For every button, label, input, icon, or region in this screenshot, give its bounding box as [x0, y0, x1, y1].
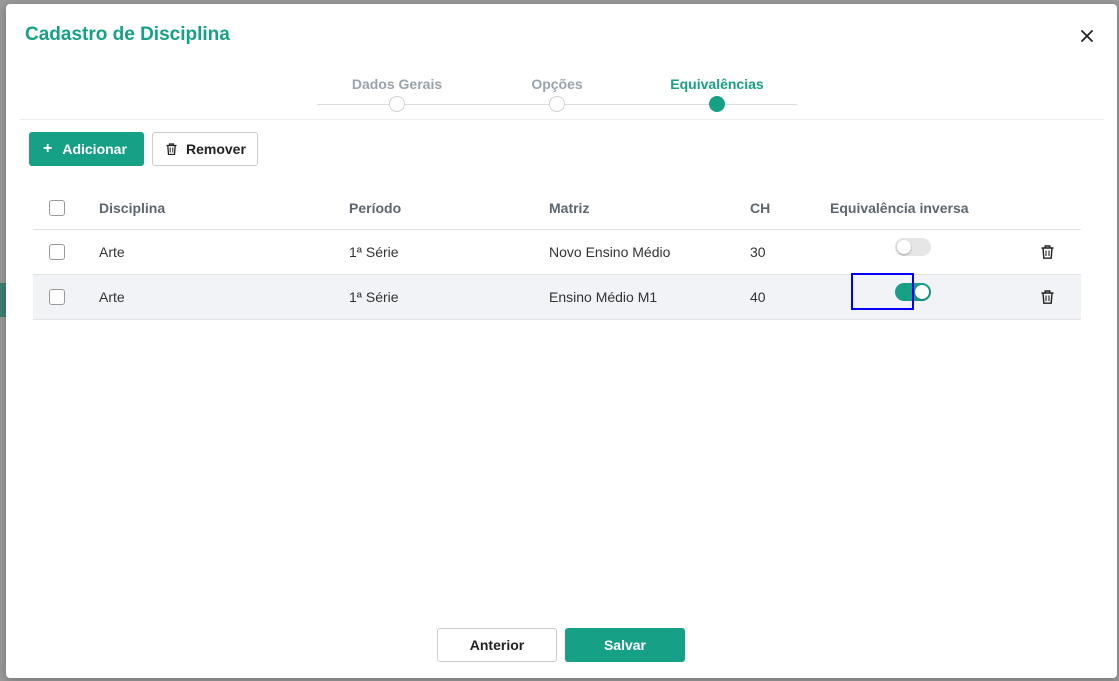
- step-dot: [709, 96, 725, 112]
- step-dot: [549, 96, 565, 112]
- remove-button-label: Remover: [186, 141, 246, 157]
- add-button-label: Adicionar: [62, 141, 127, 157]
- cell-matriz: Ensino Médio M1: [549, 289, 658, 305]
- step-label: Equivalências: [670, 76, 764, 92]
- close-icon: [1081, 30, 1093, 42]
- step-dot: [389, 96, 405, 112]
- column-header-ch[interactable]: CH: [750, 186, 770, 229]
- step-label: Opções: [531, 76, 583, 92]
- toggle-knob: [897, 240, 911, 254]
- row-checkbox[interactable]: [49, 289, 65, 305]
- step-equivalencias[interactable]: Equivalências: [637, 76, 797, 112]
- plus-icon: +: [43, 140, 53, 157]
- divider: [19, 119, 1104, 120]
- discipline-modal: Cadastro de Disciplina Dados Gerais Opçõ…: [6, 4, 1117, 678]
- save-button[interactable]: Salvar: [565, 628, 685, 662]
- step-opcoes[interactable]: Opções: [477, 76, 637, 112]
- column-header-disciplina[interactable]: Disciplina: [99, 186, 165, 229]
- cell-ch: 30: [750, 244, 766, 260]
- stepper: Dados Gerais Opções Equivalências: [317, 76, 797, 116]
- column-header-equivalencia-inversa[interactable]: Equivalência inversa: [830, 186, 969, 229]
- add-button[interactable]: + Adicionar: [29, 132, 144, 166]
- cell-disciplina: Arte: [99, 244, 125, 260]
- step-label: Dados Gerais: [351, 76, 443, 92]
- remove-button[interactable]: Remover: [152, 132, 258, 166]
- toggle-knob: [915, 285, 929, 299]
- cell-periodo: 1ª Série: [349, 289, 399, 305]
- trash-icon[interactable]: [1041, 245, 1054, 259]
- trash-icon: [166, 143, 177, 155]
- close-button[interactable]: [1077, 26, 1097, 46]
- row-checkbox[interactable]: [49, 244, 65, 260]
- cell-periodo: 1ª Série: [349, 244, 399, 260]
- table-header: Disciplina Período Matriz CH Equivalênci…: [33, 186, 1081, 230]
- column-header-periodo[interactable]: Período: [349, 186, 401, 229]
- select-all-checkbox[interactable]: [49, 199, 65, 216]
- modal-title: Cadastro de Disciplina: [25, 24, 230, 45]
- cell-matriz: Novo Ensino Médio: [549, 244, 671, 260]
- trash-icon[interactable]: [1041, 290, 1054, 304]
- table-row: Arte 1ª Série Ensino Médio M1 40: [33, 275, 1081, 320]
- cell-ch: 40: [750, 289, 766, 305]
- column-header-matriz[interactable]: Matriz: [549, 186, 589, 229]
- step-dados-gerais[interactable]: Dados Gerais: [317, 76, 477, 112]
- equivalencia-inversa-toggle[interactable]: [895, 283, 931, 301]
- equivalencia-inversa-toggle[interactable]: [895, 238, 931, 256]
- cell-disciplina: Arte: [99, 289, 125, 305]
- table-row: Arte 1ª Série Novo Ensino Médio 30: [33, 230, 1081, 275]
- previous-button[interactable]: Anterior: [437, 628, 557, 662]
- equivalences-table: Disciplina Período Matriz CH Equivalênci…: [33, 186, 1081, 320]
